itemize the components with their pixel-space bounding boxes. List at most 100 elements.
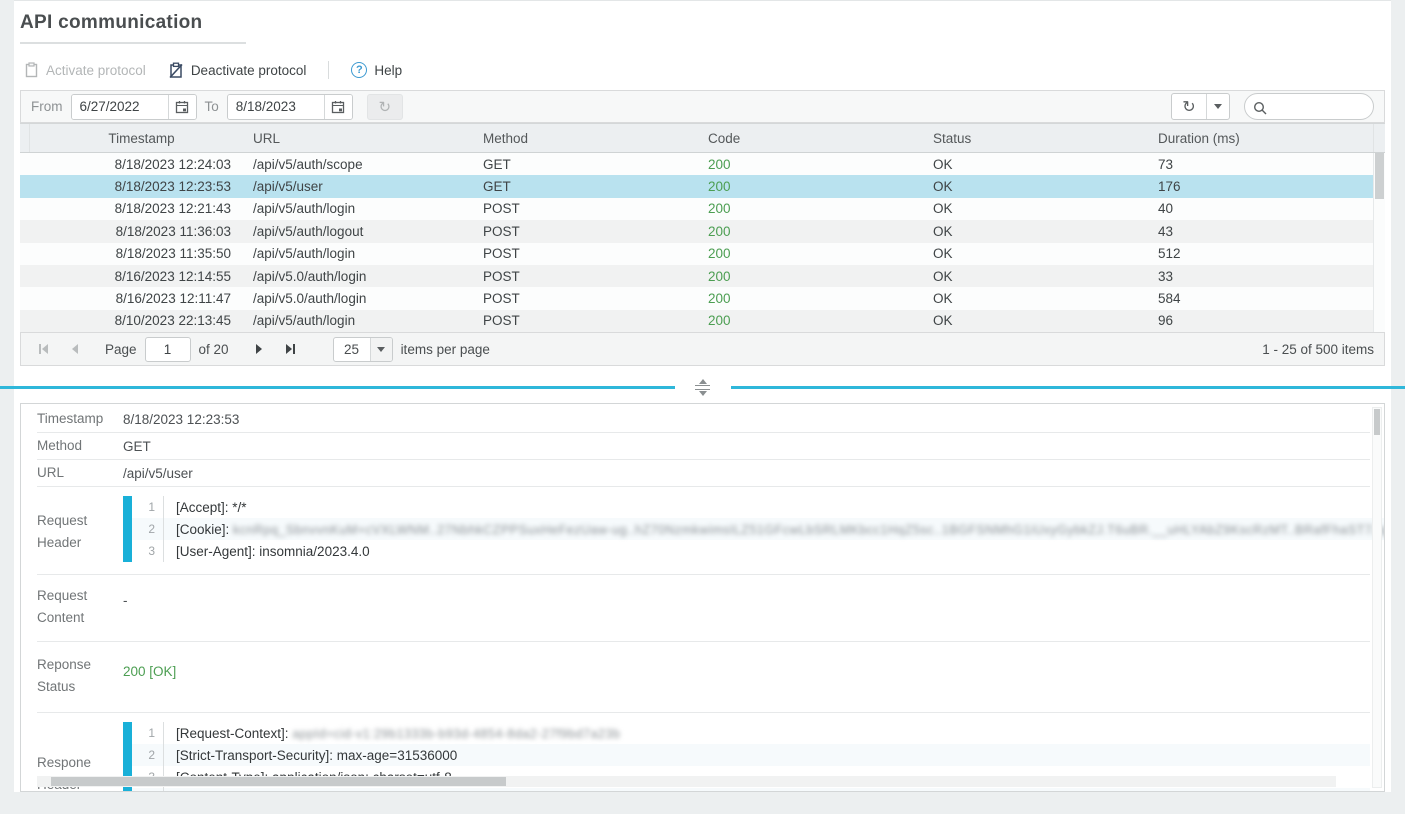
line-number: 1	[132, 496, 164, 518]
scrollbar-thumb[interactable]	[51, 777, 506, 786]
table-row[interactable]: 8/16/2023 12:14:55 /api/v5.0/auth/login …	[20, 265, 1373, 287]
apply-filter-button[interactable]: ↻	[367, 94, 403, 120]
code-line: 2 [Cookie]: kcnRpq_SbnvvnKuM+cVXLWNM..27…	[132, 518, 1385, 540]
cell-code: 200	[700, 269, 925, 284]
cell-duration: 96	[1150, 313, 1373, 328]
table-row[interactable]: 8/18/2023 12:21:43 /api/v5/auth/login PO…	[20, 198, 1373, 220]
code-line: 2 [Strict-Transport-Security]: max-age=3…	[132, 744, 1370, 766]
cell-status: OK	[925, 246, 1150, 261]
detail-url-value: /api/v5/user	[123, 466, 193, 481]
cell-status: OK	[925, 269, 1150, 284]
refresh-options-button[interactable]	[1206, 94, 1229, 119]
from-label: From	[31, 99, 63, 114]
calendar-icon[interactable]	[324, 95, 352, 119]
calendar-icon[interactable]	[168, 95, 196, 119]
refresh-button[interactable]: ↻	[1172, 94, 1206, 119]
chevron-down-icon	[1214, 104, 1222, 113]
table-row[interactable]: 8/16/2023 12:11:47 /api/v5.0/auth/login …	[20, 287, 1373, 309]
table-row[interactable]: 8/10/2023 22:13:45 /api/v5/auth/login PO…	[20, 310, 1373, 332]
cell-code: 200	[700, 224, 925, 239]
request-detail-panel: Timestamp 8/18/2023 12:23:53 Method GET …	[20, 403, 1385, 792]
clipboard-slash-icon	[168, 62, 184, 79]
detail-url-label: URL	[37, 462, 123, 484]
cell-url: /api/v5/auth/logout	[245, 224, 475, 239]
filter-bar: From To	[20, 90, 1385, 123]
grid-body: 8/18/2023 12:24:03 /api/v5/auth/scope GE…	[20, 153, 1385, 332]
cell-duration: 73	[1150, 157, 1373, 172]
cell-url: /api/v5/auth/login	[245, 246, 475, 261]
help-icon: ?	[351, 62, 367, 78]
cell-duration: 33	[1150, 269, 1373, 284]
line-number: 1	[132, 722, 164, 744]
column-header-code[interactable]: Code	[700, 131, 925, 146]
splitter-line	[731, 386, 1405, 389]
column-header-status[interactable]: Status	[925, 131, 1150, 146]
resize-icon	[695, 379, 710, 396]
cell-duration: 43	[1150, 224, 1373, 239]
request-content-label: Request Content	[37, 583, 123, 629]
first-page-button[interactable]	[31, 337, 55, 361]
line-number: 3	[132, 540, 164, 562]
pager: Page of 20 25 items per page 1 - 25 of 5…	[20, 332, 1385, 366]
column-header-duration[interactable]: Duration (ms)	[1150, 131, 1373, 146]
search-box	[1244, 93, 1374, 120]
splitter-drag-handle[interactable]	[675, 379, 731, 396]
line-number: 2	[132, 744, 164, 766]
next-page-button[interactable]	[247, 337, 271, 361]
detail-timestamp-value: 8/18/2023 12:23:53	[123, 412, 239, 427]
panel-splitter[interactable]	[0, 378, 1405, 396]
cell-code: 200	[700, 201, 925, 216]
table-row[interactable]: 8/18/2023 11:36:03 /api/v5/auth/logout P…	[20, 220, 1373, 242]
detail-vertical-scrollbar[interactable]	[1372, 407, 1382, 788]
detail-row-url: URL /api/v5/user	[37, 460, 1370, 487]
previous-page-button[interactable]	[63, 337, 87, 361]
title-underline	[20, 42, 246, 44]
cell-status: OK	[925, 201, 1150, 216]
cell-method: GET	[475, 157, 700, 172]
cell-url: /api/v5/auth/scope	[245, 157, 475, 172]
table-row[interactable]: 8/18/2023 11:35:50 /api/v5/auth/login PO…	[20, 243, 1373, 265]
from-date-input[interactable]	[72, 95, 168, 119]
cell-method: GET	[475, 179, 700, 194]
cell-method: POST	[475, 224, 700, 239]
cell-method: POST	[475, 269, 700, 284]
detail-horizontal-scrollbar[interactable]	[37, 776, 1336, 787]
last-page-button[interactable]	[279, 337, 303, 361]
page-label: Page	[105, 342, 137, 357]
header-text: [Content-Length]: 8267	[176, 792, 314, 793]
cell-url: /api/v5.0/auth/login	[245, 269, 475, 284]
scrollbar-thumb[interactable]	[1375, 153, 1384, 199]
refresh-icon: ↻	[378, 98, 391, 116]
column-header-url[interactable]: URL	[245, 131, 475, 146]
scrollbar-thumb[interactable]	[1374, 409, 1380, 435]
column-header-method[interactable]: Method	[475, 131, 700, 146]
refresh-split-button: ↻	[1171, 93, 1230, 120]
table-row[interactable]: 8/18/2023 12:24:03 /api/v5/auth/scope GE…	[20, 153, 1373, 175]
column-header-timestamp[interactable]: Timestamp	[30, 131, 245, 146]
page-number-input[interactable]	[145, 337, 191, 362]
search-input[interactable]	[1273, 99, 1365, 114]
request-header-code[interactable]: 1 [Accept]: */* 2 [Cookie]: kcnRpq_Sbnvv…	[123, 496, 1385, 562]
detail-row-request-content: Request Content -	[37, 575, 1370, 642]
grid-vertical-scrollbar[interactable]	[1373, 153, 1385, 332]
cell-duration: 512	[1150, 246, 1373, 261]
cell-status: OK	[925, 157, 1150, 172]
page-size-dropdown[interactable]: 25	[333, 337, 393, 362]
cell-code: 200	[700, 246, 925, 261]
protocol-grid: Timestamp URL Method Code Status Duratio…	[20, 123, 1385, 332]
deactivate-protocol-button[interactable]: Deactivate protocol	[164, 60, 311, 81]
search-icon	[1253, 101, 1267, 115]
help-button[interactable]: ? Help	[347, 60, 406, 80]
table-row[interactable]: 8/18/2023 12:23:53 /api/v5/user GET 200 …	[20, 175, 1373, 197]
cell-duration: 176	[1150, 179, 1373, 194]
cell-url: /api/v5/auth/login	[245, 313, 475, 328]
refresh-icon: ↻	[1182, 97, 1195, 117]
cell-status: OK	[925, 313, 1150, 328]
page-size-value: 25	[334, 338, 370, 361]
detail-row-response-status: Reponse Status 200 [OK]	[37, 642, 1370, 713]
redacted-value: kcnRpq_SbnvvnKuM+cVXLWNM..27NbhkCZPPSuxH…	[233, 523, 1385, 537]
to-date-input[interactable]	[228, 95, 324, 119]
cell-duration: 584	[1150, 291, 1373, 306]
activate-protocol-button[interactable]: Activate protocol	[20, 60, 150, 80]
cell-method: POST	[475, 201, 700, 216]
